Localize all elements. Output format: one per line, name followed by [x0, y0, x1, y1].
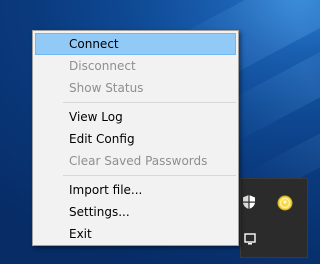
menu-item-settings[interactable]: Settings...: [35, 201, 236, 223]
screen-icon[interactable]: [243, 232, 259, 248]
shield-icon[interactable]: [241, 194, 257, 210]
context-menu: Connect Disconnect Show Status View Log …: [32, 30, 239, 246]
menu-item-view-log[interactable]: View Log: [35, 106, 236, 128]
menu-item-exit[interactable]: Exit: [35, 223, 236, 245]
menu-item-show-status: Show Status: [69, 81, 144, 95]
menu-item-edit-config[interactable]: Edit Config: [35, 128, 236, 150]
tray-overflow-panel: [240, 178, 308, 258]
menu-item-import-file[interactable]: Import file...: [35, 179, 236, 201]
menu-separator: [63, 175, 236, 176]
menu-item-clear-saved-passwords: Clear Saved Passwords: [69, 154, 208, 168]
menu-separator: [63, 102, 236, 103]
menu-item-disconnect: Disconnect: [69, 59, 136, 73]
menu-item-connect[interactable]: Connect: [35, 33, 236, 55]
openvpn-icon[interactable]: [277, 195, 293, 211]
